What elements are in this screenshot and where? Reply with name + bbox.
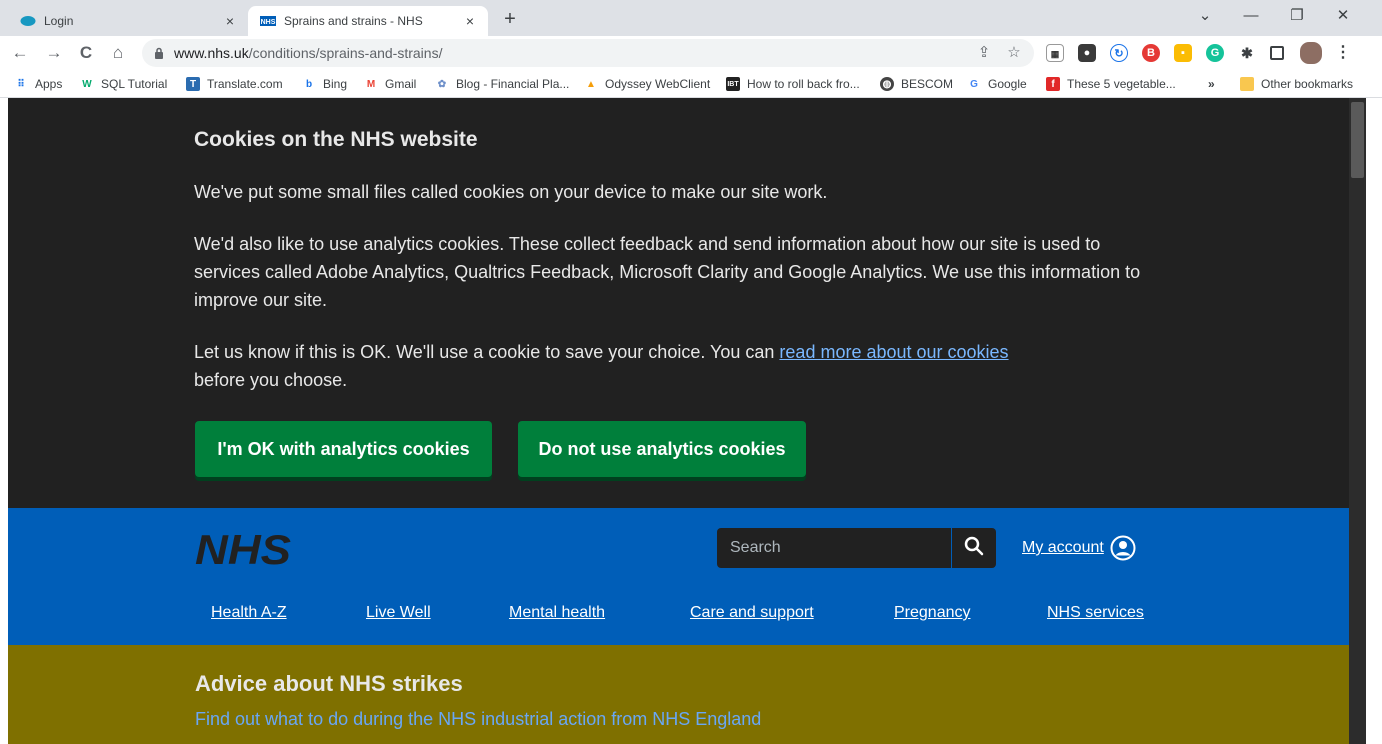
nav-health-a-z[interactable]: Health A-Z: [211, 604, 287, 622]
read-more-cookies-link[interactable]: read more about our cookies: [779, 342, 1008, 362]
w3schools-icon: W: [82, 78, 92, 90]
profile-avatar[interactable]: [1300, 42, 1322, 64]
tab-login[interactable]: Login ×: [8, 6, 248, 36]
bookmark-apps[interactable]: ⠿ Apps: [14, 75, 62, 93]
close-window-button[interactable]: ✕: [1328, 4, 1358, 28]
page-viewport: Cookies on the NHS website We've put som…: [8, 98, 1349, 744]
lock-icon: [154, 46, 164, 59]
nhs-favicon-icon: NHS: [260, 13, 276, 29]
spy-extension-icon[interactable]: ●: [1078, 44, 1096, 62]
browser-toolbar: ← → C ⌂ www.nhs.uk/conditions/sprains-an…: [0, 36, 1382, 70]
share-icon[interactable]: ⇪: [974, 43, 994, 63]
strikes-banner-title: Advice about NHS strikes: [195, 671, 463, 696]
ublock-extension-icon[interactable]: B: [1142, 44, 1160, 62]
url-text: www.nhs.uk/conditions/sprains-and-strain…: [174, 45, 443, 61]
nav-pregnancy[interactable]: Pregnancy: [894, 604, 971, 622]
strikes-banner: Advice about NHS strikes Find out what t…: [8, 645, 1349, 744]
translate-icon: T: [186, 77, 200, 91]
bookmark-roll-back[interactable]: IBT How to roll back fro...: [726, 75, 860, 93]
bing-icon: b: [305, 78, 313, 90]
ibt-icon: IBT: [726, 77, 740, 91]
close-tab-icon[interactable]: ×: [222, 13, 238, 29]
reject-analytics-cookies-button[interactable]: Do not use analytics cookies: [518, 421, 806, 477]
keep-extension-icon[interactable]: ▪: [1174, 44, 1192, 62]
search-icon: [964, 536, 984, 561]
bookmark-gmail[interactable]: M Gmail: [364, 75, 417, 93]
grammarly-icon[interactable]: G: [1206, 44, 1224, 62]
bookmark-blog[interactable]: ✿ Blog - Financial Pla...: [435, 75, 570, 93]
accept-analytics-cookies-button[interactable]: I'm OK with analytics cookies: [195, 421, 492, 477]
nhs-logo[interactable]: NHS: [195, 526, 295, 573]
minimize-button[interactable]: —: [1236, 4, 1266, 28]
nav-nhs-services[interactable]: NHS services: [1047, 604, 1144, 622]
search-field[interactable]: [717, 528, 951, 568]
svg-text:NHS: NHS: [195, 528, 291, 568]
browser-menu-icon[interactable]: ⋮: [1334, 44, 1352, 62]
cookie-paragraph: We've put some small files called cookie…: [194, 182, 828, 202]
scrollbar-thumb[interactable]: [1351, 102, 1364, 178]
google-icon: G: [970, 78, 978, 90]
salesforce-cloud-icon: [20, 13, 36, 29]
globe-icon: ◍: [880, 77, 894, 91]
odyssey-icon: ▲: [586, 78, 596, 90]
bookmark-odyssey[interactable]: ▲ Odyssey WebClient: [584, 75, 710, 93]
extensions-puzzle-icon[interactable]: ✱: [1238, 44, 1256, 62]
cookie-paragraph: We'd also like to use analytics cookies.…: [194, 234, 1141, 310]
flipboard-icon: f: [1046, 77, 1060, 91]
user-account-icon: [1110, 535, 1136, 561]
nav-care-and-support[interactable]: Care and support: [690, 604, 814, 622]
bookmark-vegetables[interactable]: f These 5 vegetable...: [1046, 75, 1176, 93]
nav-live-well[interactable]: Live Well: [366, 604, 431, 622]
search-input[interactable]: [717, 528, 951, 568]
other-bookmarks[interactable]: Other bookmarks: [1240, 75, 1353, 93]
apps-grid-icon: ⠿: [17, 78, 25, 90]
site-header: NHS My account Health A-Z Live Well: [8, 508, 1349, 645]
address-bar[interactable]: www.nhs.uk/conditions/sprains-and-strain…: [142, 39, 1034, 67]
clockwise-extension-icon[interactable]: ↻: [1110, 44, 1128, 62]
qr-extension-icon[interactable]: ▦: [1046, 44, 1064, 62]
restore-button[interactable]: ❐: [1282, 4, 1312, 28]
browser-window: Login × NHS Sprains and strains - NHS × …: [0, 0, 1382, 744]
side-panel-icon[interactable]: [1270, 46, 1284, 60]
cookie-banner-title: Cookies on the NHS website: [194, 128, 478, 151]
bookmark-bescom[interactable]: ◍ BESCOM: [880, 75, 953, 93]
bookmarks-overflow-button[interactable]: »: [1208, 75, 1215, 93]
svg-text:NHS: NHS: [261, 19, 276, 26]
forward-button[interactable]: →: [42, 41, 66, 65]
tab-title: Login: [44, 14, 74, 28]
bookmark-sql-tutorial[interactable]: W SQL Tutorial: [80, 75, 167, 93]
tab-search-icon[interactable]: ⌄: [1190, 4, 1220, 28]
bookmark-google[interactable]: G Google: [967, 75, 1027, 93]
tab-title: Sprains and strains - NHS: [284, 14, 423, 28]
nav-mental-health[interactable]: Mental health: [509, 604, 605, 622]
gmail-icon: M: [366, 78, 376, 90]
bookmarks-bar: ⠿ Apps W SQL Tutorial T Translate.com b Bing…: [0, 70, 1382, 98]
back-button[interactable]: ←: [8, 41, 32, 65]
cookie-paragraph: Let us know if this is OK. We'll use a c…: [194, 342, 1009, 390]
tab-strip: Login × NHS Sprains and strains - NHS × …: [0, 0, 1382, 36]
tab-sprains-and-strains[interactable]: NHS Sprains and strains - NHS ×: [248, 6, 488, 36]
bookmark-star-icon[interactable]: ☆: [1004, 43, 1024, 63]
my-account-link[interactable]: My account: [1022, 534, 1136, 562]
folder-icon: [1240, 77, 1254, 91]
blog-icon: ✿: [437, 78, 447, 90]
new-tab-button[interactable]: +: [498, 8, 522, 32]
page-scrollbar[interactable]: [1349, 98, 1366, 744]
home-button[interactable]: ⌂: [106, 41, 130, 65]
reload-button[interactable]: C: [74, 41, 98, 65]
bookmark-bing[interactable]: b Bing: [302, 75, 347, 93]
strikes-info-link[interactable]: Find out what to do during the NHS indus…: [195, 709, 761, 730]
main-navigation: Health A-Z Live Well Mental health Care …: [8, 598, 1349, 632]
cookie-banner: Cookies on the NHS website We've put som…: [8, 98, 1349, 508]
search-button[interactable]: [951, 528, 996, 568]
close-tab-icon[interactable]: ×: [462, 13, 478, 29]
bookmark-translate[interactable]: T Translate.com: [186, 75, 283, 93]
